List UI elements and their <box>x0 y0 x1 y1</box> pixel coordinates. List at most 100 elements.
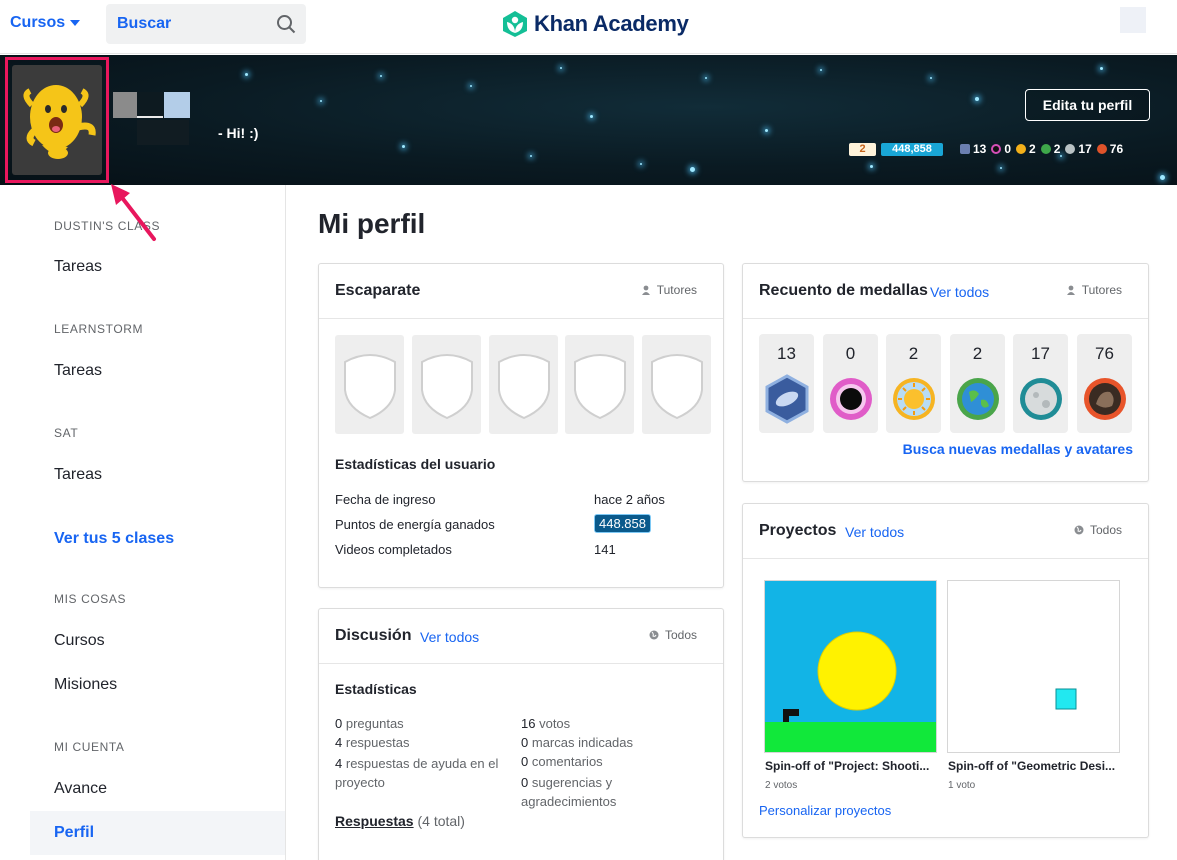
badge-count: 13 <box>777 344 796 363</box>
stat-text: preguntas <box>345 716 404 731</box>
badge-tile-sun[interactable]: 2 <box>886 334 941 433</box>
discussion-visibility[interactable]: Todos <box>649 628 697 642</box>
badge-count-value: 0 <box>1004 142 1012 156</box>
projects-visibility[interactable]: Todos <box>1074 523 1122 537</box>
badge-count-moon: 17 <box>1065 142 1092 156</box>
showcase-slot[interactable] <box>565 335 634 434</box>
join-date-label: Fecha de ingreso <box>335 492 436 507</box>
sidebar-heading-my-stuff: MIS COSAS <box>54 592 127 606</box>
showcase-slot[interactable] <box>642 335 711 434</box>
showcase-card: Escaparate Tutores Estadísticas del usua… <box>318 263 724 588</box>
stat-questions: 0 preguntas <box>335 716 515 731</box>
showcase-slot[interactable] <box>489 335 558 434</box>
stat-answers: 4 respuestas <box>335 735 515 750</box>
sidebar-item-tareas-sat[interactable]: Tareas <box>54 466 102 484</box>
sidebar-item-progress[interactable]: Avance <box>54 780 107 798</box>
khan-academy-logo[interactable]: Khan Academy <box>502 9 689 39</box>
sidebar-item-courses[interactable]: Cursos <box>54 632 105 650</box>
sidebar-item-tareas-class[interactable]: Tareas <box>54 258 102 276</box>
answers-link[interactable]: Respuestas <box>335 813 414 829</box>
sidebar-item-all-classes[interactable]: Ver tus 5 clases <box>54 530 174 548</box>
badge-count-value: 17 <box>1078 142 1092 156</box>
badges-title: Recuento de medallas <box>759 282 928 299</box>
sidebar-item-missions[interactable]: Misiones <box>54 676 117 694</box>
edit-profile-button[interactable]: Edita tu perfil <box>1025 89 1150 121</box>
user-menu-button[interactable] <box>1120 7 1146 33</box>
find-badges-link[interactable]: Busca nuevas medallas y avatares <box>903 441 1133 457</box>
globe-icon <box>1074 525 1084 535</box>
courses-menu-button[interactable]: Cursos <box>10 14 81 32</box>
sidebar-item-tareas-learnstorm[interactable]: Tareas <box>54 362 102 380</box>
energy-points-value: 448.858 <box>594 514 651 533</box>
annotation-arrow-icon <box>111 184 156 241</box>
visibility-label: Tutores <box>656 283 697 297</box>
badge-count-value: 2 <box>1053 142 1061 156</box>
discussion-view-all-link[interactable]: Ver todos <box>420 629 479 645</box>
visibility-label: Tutores <box>1081 283 1122 297</box>
badges-view-all-link[interactable]: Ver todos <box>930 284 989 300</box>
sun-badge-icon <box>893 378 935 420</box>
project-votes: 1 voto <box>948 780 976 791</box>
badge-tile-challenge[interactable]: 76 <box>1077 334 1132 433</box>
project-scene-image <box>765 581 936 752</box>
badge-tile-meteorite[interactable]: 13 <box>759 334 814 433</box>
level-badge: 2 <box>849 143 876 156</box>
avatar-creature-icon <box>23 85 96 159</box>
showcase-title: Escaparate <box>335 282 421 299</box>
empty-shield-icon <box>650 353 703 419</box>
showcase-slot[interactable] <box>412 335 481 434</box>
badge-count-challenge: 76 <box>1096 142 1124 156</box>
badge-count-sun: 2 <box>1016 142 1036 156</box>
profile-bio: - Hi! :) <box>218 125 259 141</box>
search-placeholder: Buscar <box>117 15 172 32</box>
projects-view-all-link[interactable]: Ver todos <box>845 524 904 540</box>
logo-text: Khan Academy <box>534 11 689 36</box>
project-thumbnail-shooting[interactable] <box>764 580 937 753</box>
energy-points-label: Puntos de energía ganados <box>335 517 495 532</box>
badge-count: 0 <box>845 344 856 363</box>
top-nav: Cursos Buscar Khan Academy <box>0 0 1177 54</box>
badge-count: 2 <box>972 344 983 363</box>
project-scene-image <box>948 581 1119 752</box>
moon-badge-icon <box>1020 378 1062 420</box>
badge-count-value: 76 <box>1109 142 1124 156</box>
badges-header: Recuento de medallas Ver todos Tutores <box>743 264 1148 319</box>
discussion-title: Discusión <box>335 627 412 644</box>
moon-badge-icon <box>1065 144 1076 154</box>
projects-card: Proyectos Ver todos Todos Spin-off of "P… <box>742 503 1149 838</box>
badge-tile-moon[interactable]: 17 <box>1013 334 1068 433</box>
discussion-header: Discusión Ver todos Todos <box>319 609 723 664</box>
showcase-slot[interactable] <box>335 335 404 434</box>
person-icon <box>1066 285 1075 295</box>
empty-shield-icon <box>497 353 550 419</box>
project-title[interactable]: Spin-off of "Project: Shooti... <box>765 759 929 773</box>
badge-count: 76 <box>1095 344 1114 363</box>
customize-projects-link[interactable]: Personalizar proyectos <box>759 803 891 818</box>
stat-text: marcas indicadas <box>531 735 634 750</box>
black-hole-badge-icon <box>830 378 872 420</box>
sidebar-item-profile[interactable]: Perfil <box>30 811 285 855</box>
badge-count-meteorite: 13 <box>960 142 986 156</box>
badges-card: Recuento de medallas Ver todos Tutores 1… <box>742 263 1149 482</box>
search-icon[interactable] <box>276 14 296 39</box>
earth-badge-icon <box>957 378 999 420</box>
energy-points-badge: 448,858 <box>881 143 943 156</box>
stat-text: respuestas <box>345 735 410 750</box>
project-title[interactable]: Spin-off of "Geometric Desi... <box>948 759 1115 773</box>
visibility-label: Todos <box>1089 523 1122 537</box>
empty-shield-icon <box>420 353 473 419</box>
showcase-visibility[interactable]: Tutores <box>641 283 697 297</box>
badge-count-value: 13 <box>973 142 987 156</box>
answers-total: (4 total) <box>417 813 465 829</box>
avatar[interactable] <box>12 65 102 175</box>
badges-visibility[interactable]: Tutores <box>1066 283 1122 297</box>
empty-shield-icon <box>573 353 626 419</box>
stat-flags: 0 marcas indicadas <box>521 735 711 750</box>
empty-shield-icon <box>343 353 396 419</box>
search-input[interactable]: Buscar <box>106 4 306 44</box>
badge-tile-black-hole[interactable]: 0 <box>823 334 878 433</box>
stat-text: comentarios <box>531 754 603 769</box>
badge-tile-earth[interactable]: 2 <box>950 334 1005 433</box>
nickname-block <box>137 120 189 145</box>
project-thumbnail-geometric[interactable] <box>947 580 1120 753</box>
